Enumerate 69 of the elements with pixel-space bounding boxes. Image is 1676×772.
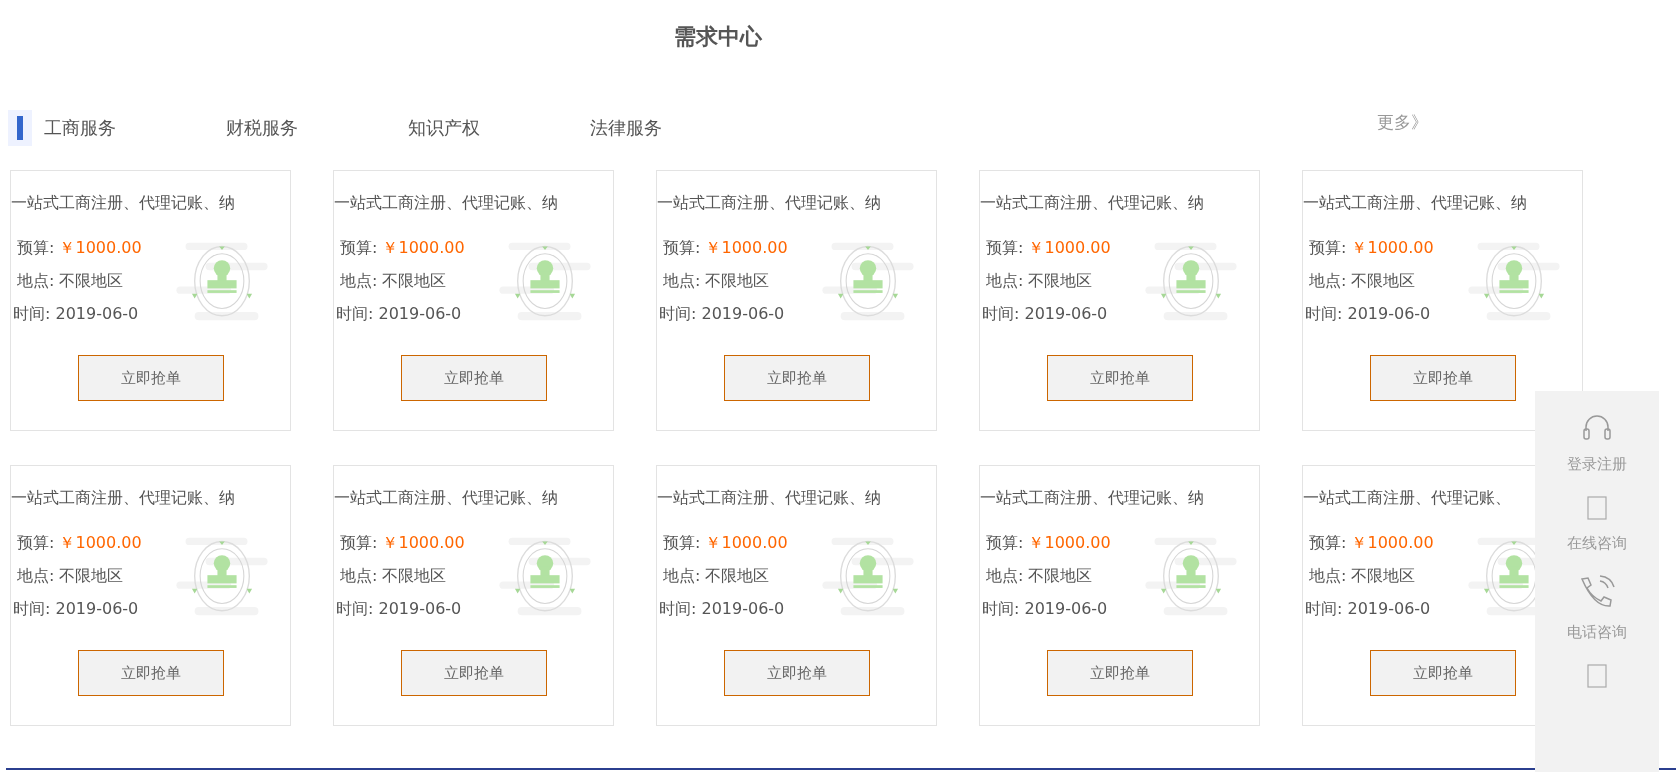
card-title: 一站式工商注册、代理记账、纳 — [980, 193, 1205, 214]
budget-amount: ￥1000.00 — [705, 238, 788, 257]
card-title: 一站式工商注册、代理记账、纳 — [657, 193, 882, 214]
card-title: 一站式工商注册、代理记账、 — [1303, 488, 1512, 509]
budget-label: 预算: — [986, 238, 1024, 257]
card-title: 一站式工商注册、代理记账、纳 — [11, 488, 236, 509]
location-text: 地点: 不限地区 — [986, 566, 1094, 587]
budget-amount: ￥1000.00 — [1351, 238, 1434, 257]
budget-label: 预算: — [340, 238, 378, 257]
budget-label: 预算: — [663, 238, 701, 257]
card-title: 一站式工商注册、代理记账、纳 — [334, 488, 559, 509]
budget-label: 预算: — [340, 533, 378, 552]
category-tab[interactable]: 工商服务 — [8, 110, 118, 146]
time-text: 时间: 2019-06-0 — [1305, 304, 1432, 325]
budget-amount: ￥1000.00 — [1028, 533, 1111, 552]
card-title: 一站式工商注册、代理记账、纳 — [334, 193, 559, 214]
section-title: 需求中心 — [673, 23, 763, 51]
grab-order-button[interactable]: 立即抢单 — [77, 355, 224, 401]
grab-order-button[interactable]: 立即抢单 — [400, 650, 547, 696]
time-text: 时间: 2019-06-0 — [13, 599, 140, 620]
location-text: 地点: 不限地区 — [986, 271, 1094, 292]
grab-order-button[interactable]: 立即抢单 — [1369, 650, 1516, 696]
budget-label: 预算: — [986, 533, 1024, 552]
category-tab[interactable]: 知识产权 — [372, 110, 482, 146]
time-text: 时间: 2019-06-0 — [982, 599, 1109, 620]
budget-label: 预算: — [1309, 533, 1347, 552]
category-tab[interactable]: 财税服务 — [190, 110, 300, 146]
grab-order-button[interactable]: 立即抢单 — [77, 650, 224, 696]
card-title: 一站式工商注册、代理记账、纳 — [980, 488, 1205, 509]
category-tab[interactable]: 法律服务 — [554, 110, 664, 146]
card-title: 一站式工商注册、代理记账、纳 — [1303, 193, 1528, 214]
budget-amount: ￥1000.00 — [382, 533, 465, 552]
more-link[interactable]: 更多》 — [1377, 110, 1428, 134]
card-title: 一站式工商注册、代理记账、纳 — [657, 488, 882, 509]
budget-amount: ￥1000.00 — [59, 238, 142, 257]
location-text: 地点: 不限地区 — [1309, 271, 1417, 292]
grab-order-button[interactable]: 立即抢单 — [1046, 355, 1193, 401]
time-text: 时间: 2019-06-0 — [1305, 599, 1432, 620]
budget-amount: ￥1000.00 — [705, 533, 788, 552]
time-text: 时间: 2019-06-0 — [659, 599, 786, 620]
grab-order-button[interactable]: 立即抢单 — [723, 650, 870, 696]
budget-amount: ￥1000.00 — [382, 238, 465, 257]
location-text: 地点: 不限地区 — [340, 271, 448, 292]
location-text: 地点: 不限地区 — [17, 566, 125, 587]
blank-square-icon[interactable] — [1587, 664, 1607, 688]
time-text: 时间: 2019-06-0 — [982, 304, 1109, 325]
location-text: 地点: 不限地区 — [663, 271, 771, 292]
time-text: 时间: 2019-06-0 — [659, 304, 786, 325]
grab-order-button[interactable]: 立即抢单 — [1046, 650, 1193, 696]
card-title: 一站式工商注册、代理记账、纳 — [11, 193, 236, 214]
location-text: 地点: 不限地区 — [17, 271, 125, 292]
budget-amount: ￥1000.00 — [1351, 533, 1434, 552]
budget-amount: ￥1000.00 — [59, 533, 142, 552]
time-text: 时间: 2019-06-0 — [336, 304, 463, 325]
location-text: 地点: 不限地区 — [1309, 566, 1417, 587]
headset-icon[interactable] — [1581, 413, 1613, 441]
budget-label: 预算: — [17, 238, 55, 257]
budget-amount: ￥1000.00 — [1028, 238, 1111, 257]
budget-label: 预算: — [663, 533, 701, 552]
grab-order-button[interactable]: 立即抢单 — [400, 355, 547, 401]
grab-order-button[interactable]: 立即抢单 — [723, 355, 870, 401]
budget-label: 预算: — [1309, 238, 1347, 257]
blank-square-icon[interactable] — [1587, 496, 1607, 520]
location-text: 地点: 不限地区 — [340, 566, 448, 587]
budget-label: 预算: — [17, 533, 55, 552]
grab-order-button[interactable]: 立即抢单 — [1369, 355, 1516, 401]
location-text: 地点: 不限地区 — [663, 566, 771, 587]
time-text: 时间: 2019-06-0 — [13, 304, 140, 325]
time-text: 时间: 2019-06-0 — [336, 599, 463, 620]
